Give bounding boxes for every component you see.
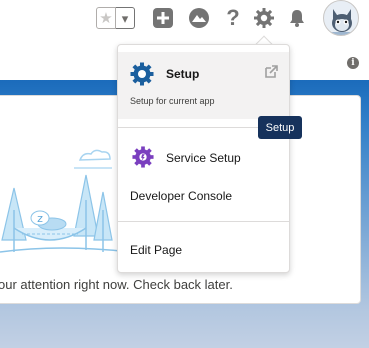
favorites-list-button[interactable]: ▾ [116,7,135,29]
menu-item-service-setup[interactable]: Service Setup [118,141,289,173]
setup-subtitle: Setup for current app [130,96,215,106]
service-setup-label: Service Setup [166,151,241,165]
menu-item-edit-page[interactable]: Edit Page [130,243,182,257]
add-icon[interactable] [151,6,175,30]
svg-text:z: z [37,212,43,225]
setup-gear-icon [130,62,154,86]
help-icon[interactable]: ? [221,6,245,30]
service-setup-gear-icon [132,146,154,168]
empty-state-illustration: z [0,149,130,253]
setup-gear-icon[interactable] [252,6,276,30]
empty-state-message: our attention right now. Check back late… [0,277,233,292]
chevron-down-icon: ▾ [121,10,129,26]
help-glyph: ? [226,5,240,30]
notifications-bell-icon[interactable] [285,6,309,30]
menu-divider [118,221,289,222]
setup-menu: Setup Setup for current app Service Setu… [117,44,290,273]
trailhead-icon[interactable] [187,6,211,30]
star-icon: ★ [99,9,113,27]
setup-title: Setup [166,67,200,81]
favorites-star-button[interactable]: ★ [96,7,116,29]
avatar[interactable] [323,0,359,36]
menu-item-setup[interactable]: Setup Setup for current app [118,52,289,119]
open-new-window-icon[interactable] [263,64,279,80]
setup-tooltip: Setup [258,116,302,139]
favorites-button-group: ★ ▾ [96,7,138,29]
info-icon[interactable]: i [347,57,359,69]
menu-item-developer-console[interactable]: Developer Console [130,189,232,203]
